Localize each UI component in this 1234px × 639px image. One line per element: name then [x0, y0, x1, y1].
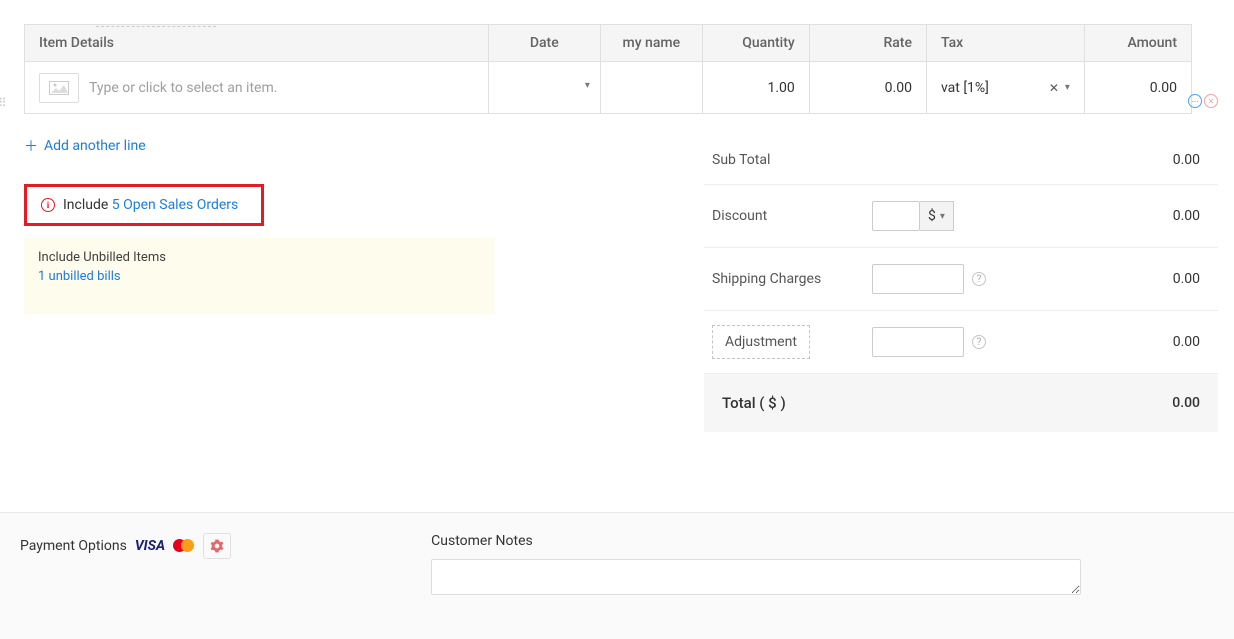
- collapsed-section-indicator: [96, 26, 216, 27]
- item-placeholder: Type or click to select an item.: [89, 80, 277, 96]
- plus-icon: ＋: [24, 136, 38, 156]
- rate-input[interactable]: 0.00: [809, 62, 926, 114]
- include-open-orders[interactable]: i Include 5 Open Sales Orders: [24, 184, 264, 226]
- tax-select[interactable]: vat [1%] ✕ ▾: [941, 80, 1070, 96]
- add-line-label: Add another line: [44, 138, 146, 154]
- shipping-input[interactable]: [872, 264, 964, 294]
- customer-notes-textarea[interactable]: [431, 559, 1081, 595]
- quantity-input[interactable]: 1.00: [702, 62, 809, 114]
- footer-section: Payment Options VISA Customer Notes: [0, 512, 1234, 639]
- discount-type-select[interactable]: $ ▾: [920, 201, 954, 231]
- col-header-amount: Amount: [1084, 25, 1191, 62]
- discount-input[interactable]: [872, 201, 920, 231]
- col-header-item: Item Details: [25, 25, 489, 62]
- col-header-tax: Tax: [926, 25, 1084, 62]
- mastercard-icon: [173, 539, 195, 553]
- col-header-name: my name: [600, 25, 702, 62]
- row-more-icon[interactable]: ⋯: [1188, 94, 1202, 108]
- adjustment-label-input[interactable]: Adjustment: [712, 325, 810, 359]
- payment-settings-button[interactable]: [203, 533, 231, 559]
- row-drag-handle[interactable]: ⠿: [0, 100, 9, 106]
- visa-icon: VISA: [135, 538, 165, 554]
- unbilled-items-title: Include Unbilled Items: [38, 250, 480, 265]
- tax-value: vat [1%]: [941, 80, 989, 96]
- include-prefix: Include: [63, 197, 108, 213]
- payment-options-label: Payment Options: [20, 538, 127, 554]
- subtotal-value: 0.00: [1100, 152, 1200, 168]
- discount-currency: $: [928, 208, 936, 224]
- subtotal-label: Sub Total: [712, 152, 872, 168]
- adjustment-help-icon[interactable]: ?: [972, 335, 986, 349]
- amount-cell: 0.00: [1084, 62, 1191, 114]
- grand-total-value: 0.00: [1100, 395, 1200, 411]
- grand-total-label: Total ( $ ): [722, 394, 882, 412]
- col-header-date: Date: [488, 25, 600, 62]
- unbilled-bills-link[interactable]: 1 unbilled bills: [38, 269, 480, 284]
- discount-label: Discount: [712, 208, 872, 224]
- adjustment-value: 0.00: [1100, 334, 1200, 350]
- adjustment-input[interactable]: [872, 327, 964, 357]
- customer-notes-label: Customer Notes: [431, 533, 1214, 549]
- col-header-rate: Rate: [809, 25, 926, 62]
- line-items-table: Item Details Date my name Quantity Rate …: [24, 24, 1192, 114]
- date-chevron-down-icon[interactable]: ▾: [585, 80, 590, 91]
- custom-name-cell[interactable]: [600, 62, 702, 114]
- gear-icon: [210, 539, 224, 553]
- line-item-row: Type or click to select an item. ▾ 1.00 …: [25, 62, 1192, 114]
- item-select-input[interactable]: Type or click to select an item.: [89, 80, 474, 96]
- chevron-down-icon: ▾: [940, 211, 945, 222]
- tax-chevron-down-icon[interactable]: ▾: [1065, 82, 1070, 93]
- add-line-button[interactable]: ＋ Add another line: [24, 136, 504, 156]
- item-image-placeholder-icon[interactable]: [39, 73, 79, 103]
- include-open-orders-link[interactable]: 5 Open Sales Orders: [112, 197, 238, 213]
- info-icon: i: [41, 198, 55, 212]
- col-header-quantity: Quantity: [702, 25, 809, 62]
- row-delete-icon[interactable]: ✕: [1204, 94, 1218, 108]
- totals-panel: Sub Total 0.00 Discount $ ▾ 0.00: [704, 136, 1218, 432]
- discount-value: 0.00: [1100, 208, 1200, 224]
- unbilled-items-panel: Include Unbilled Items 1 unbilled bills: [24, 238, 494, 314]
- shipping-label: Shipping Charges: [712, 271, 872, 287]
- tax-clear-icon[interactable]: ✕: [1049, 81, 1059, 95]
- shipping-value: 0.00: [1100, 271, 1200, 287]
- shipping-help-icon[interactable]: ?: [972, 272, 986, 286]
